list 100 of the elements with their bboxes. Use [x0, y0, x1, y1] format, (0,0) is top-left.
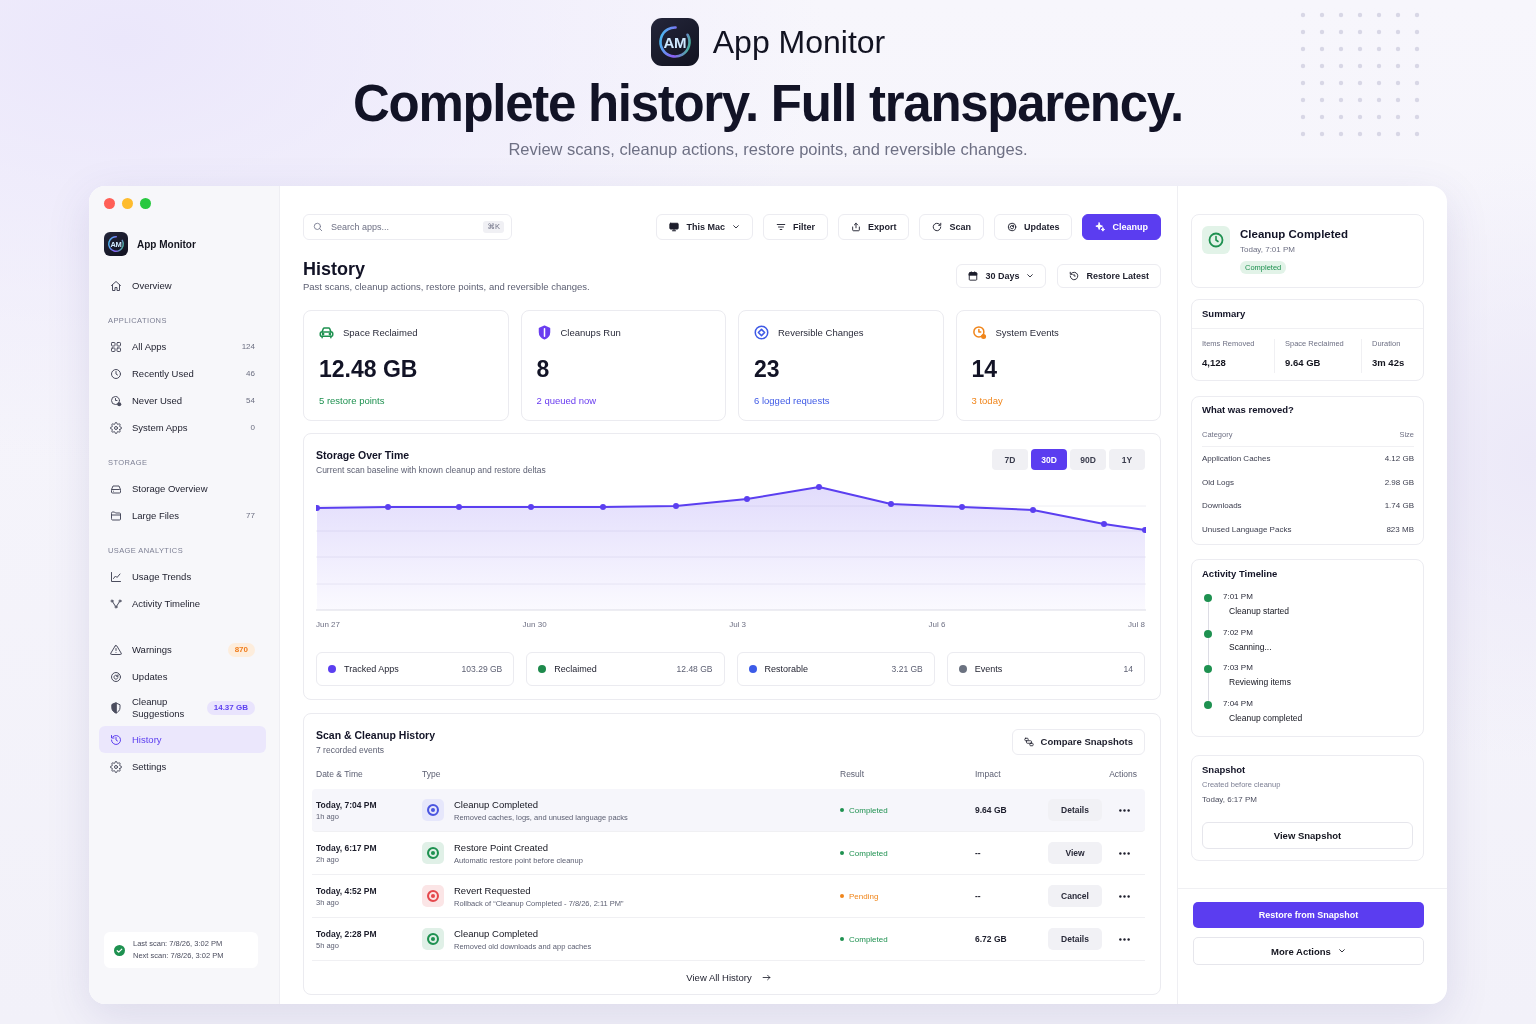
row-action-button[interactable]: Details [1048, 928, 1102, 950]
nav-item[interactable]: All Apps 124 [99, 333, 266, 360]
more-actions-button[interactable]: More Actions [1193, 937, 1424, 965]
axis-label: Jul 3 [729, 620, 747, 630]
legend-label: Tracked Apps [344, 664, 399, 674]
summary-value: 3m 42s [1372, 356, 1406, 370]
view-all-link[interactable]: View All History [686, 972, 771, 983]
range-tab[interactable]: 90D [1070, 449, 1106, 470]
event-title: Cleanup Completed [1240, 227, 1348, 242]
event-text: Reviewing items [1229, 676, 1291, 688]
nav-item[interactable]: Storage Overview [99, 475, 266, 502]
nav-item[interactable]: System Apps 0 [99, 414, 266, 441]
toolbar-button[interactable]: Cleanup [1082, 214, 1161, 240]
nav-item[interactable]: Cleanup Suggestions 14.37 GB [99, 690, 266, 726]
nav-item[interactable]: History [99, 726, 266, 753]
nav-item[interactable]: Updates [99, 663, 266, 690]
check-circle-icon [114, 944, 125, 956]
warning-icon [110, 643, 122, 656]
row-action-button[interactable]: Cancel [1048, 885, 1102, 907]
nav-item[interactable]: Never Used 54 [99, 387, 266, 414]
restore-latest-button[interactable]: Restore Latest [1057, 264, 1161, 288]
axis-label: Jun 27 [316, 620, 341, 630]
nav-item[interactable]: Activity Timeline [99, 590, 266, 617]
event-time: 7:03 PM [1223, 662, 1253, 674]
card-title: Snapshot [1202, 764, 1246, 776]
nav-item[interactable]: Recently Used 46 [99, 360, 266, 387]
nav-item[interactable]: Settings [99, 753, 266, 780]
event-text: Cleanup completed [1229, 711, 1303, 724]
range-tab[interactable]: 1Y [1109, 449, 1145, 470]
card-title: Summary [1192, 300, 1423, 329]
linked-squares-icon [1023, 736, 1034, 747]
card-title: Activity Timeline [1202, 568, 1279, 580]
more-icon[interactable] [1119, 851, 1130, 855]
calendar-icon [968, 271, 979, 281]
status-label: Completed [849, 848, 888, 858]
more-icon[interactable] [1119, 894, 1130, 898]
legend-value: 103.29 GB [461, 664, 503, 674]
row-action-button[interactable]: View [1048, 842, 1102, 864]
range-tab[interactable]: 7D [992, 449, 1028, 470]
legend-label: Reclaimed [554, 664, 597, 674]
more-icon[interactable] [1119, 937, 1130, 941]
nav-item[interactable]: Warnings 870 [99, 636, 266, 663]
impact-value: -- [975, 891, 982, 901]
impact-value: -- [975, 848, 982, 858]
page-title: History [303, 258, 366, 280]
nav-item[interactable]: Overview [99, 272, 266, 299]
nodes-icon [110, 597, 122, 610]
axis-label: Jun 30 [522, 620, 547, 630]
stat-label: Cleanups Run [560, 326, 621, 338]
sparkle-icon [1095, 222, 1106, 232]
circular-arrow-icon [932, 222, 943, 232]
toolbar-button[interactable]: Filter [762, 214, 828, 240]
close-dot-icon[interactable] [104, 198, 115, 209]
toolbar-button[interactable]: Scan [919, 214, 984, 240]
stat-note: 5 restore points [319, 395, 386, 407]
minimize-dot-icon[interactable] [122, 198, 133, 209]
more-icon[interactable] [1119, 808, 1130, 812]
monitor-icon [669, 222, 680, 232]
item-count: 46 [246, 367, 255, 380]
app-logo: AM [650, 18, 699, 66]
row-action-button[interactable]: Details [1048, 799, 1102, 821]
clock-badge-icon [110, 394, 122, 407]
gear-icon [110, 421, 122, 434]
stat-label: Space Reclaimed [343, 326, 418, 338]
clock-tile-icon [1202, 226, 1230, 254]
table-title: Scan & Cleanup History [316, 727, 436, 742]
stat-note: 6 logged requests [754, 395, 831, 407]
range-dropdown[interactable]: 30 Days [956, 264, 1047, 288]
category-size: 2.98 GB [1384, 477, 1414, 487]
category-name: Old Logs [1202, 477, 1235, 487]
view-snapshot-button[interactable]: View Snapshot [1202, 822, 1413, 849]
zoom-dot-icon[interactable] [140, 198, 151, 209]
device-dropdown[interactable]: This Mac [656, 214, 753, 240]
status-label: Pending [849, 891, 879, 901]
search-icon [313, 222, 323, 232]
legend-label: Events [974, 664, 1003, 674]
item-count: 0 [250, 421, 255, 434]
category-name: Application Caches [1202, 454, 1271, 464]
nav-item[interactable]: Usage Trends [99, 563, 266, 590]
event-time: 7:02 PM [1223, 626, 1253, 639]
event-time: 7:04 PM [1223, 697, 1253, 710]
column-header: Actions [1108, 769, 1138, 779]
nav-item[interactable]: Large Files 77 [99, 502, 266, 529]
range-tab[interactable]: 30D [1031, 449, 1067, 470]
refresh-icon [110, 670, 122, 683]
compare-snapshots-button[interactable]: Compare Snapshots [1011, 728, 1145, 755]
event-title: Revert Requested [454, 884, 532, 896]
column-header: Type [422, 769, 442, 779]
toolbar-button[interactable]: Export [837, 214, 910, 240]
status-label: Completed [849, 934, 888, 944]
card-title: What was removed? [1202, 404, 1295, 416]
caret-icon [1026, 272, 1035, 280]
event-time: Today, 7:01 PM [1240, 245, 1295, 255]
item-count: 77 [246, 509, 255, 522]
caret-icon [731, 223, 740, 231]
refresh-icon [1006, 222, 1017, 232]
toolbar-button[interactable]: Updates [993, 214, 1073, 240]
legend-value: 3.21 GB [891, 664, 923, 674]
restore-snapshot-button[interactable]: Restore from Snapshot [1193, 902, 1424, 928]
table-subtitle: 7 recorded events [316, 743, 386, 756]
